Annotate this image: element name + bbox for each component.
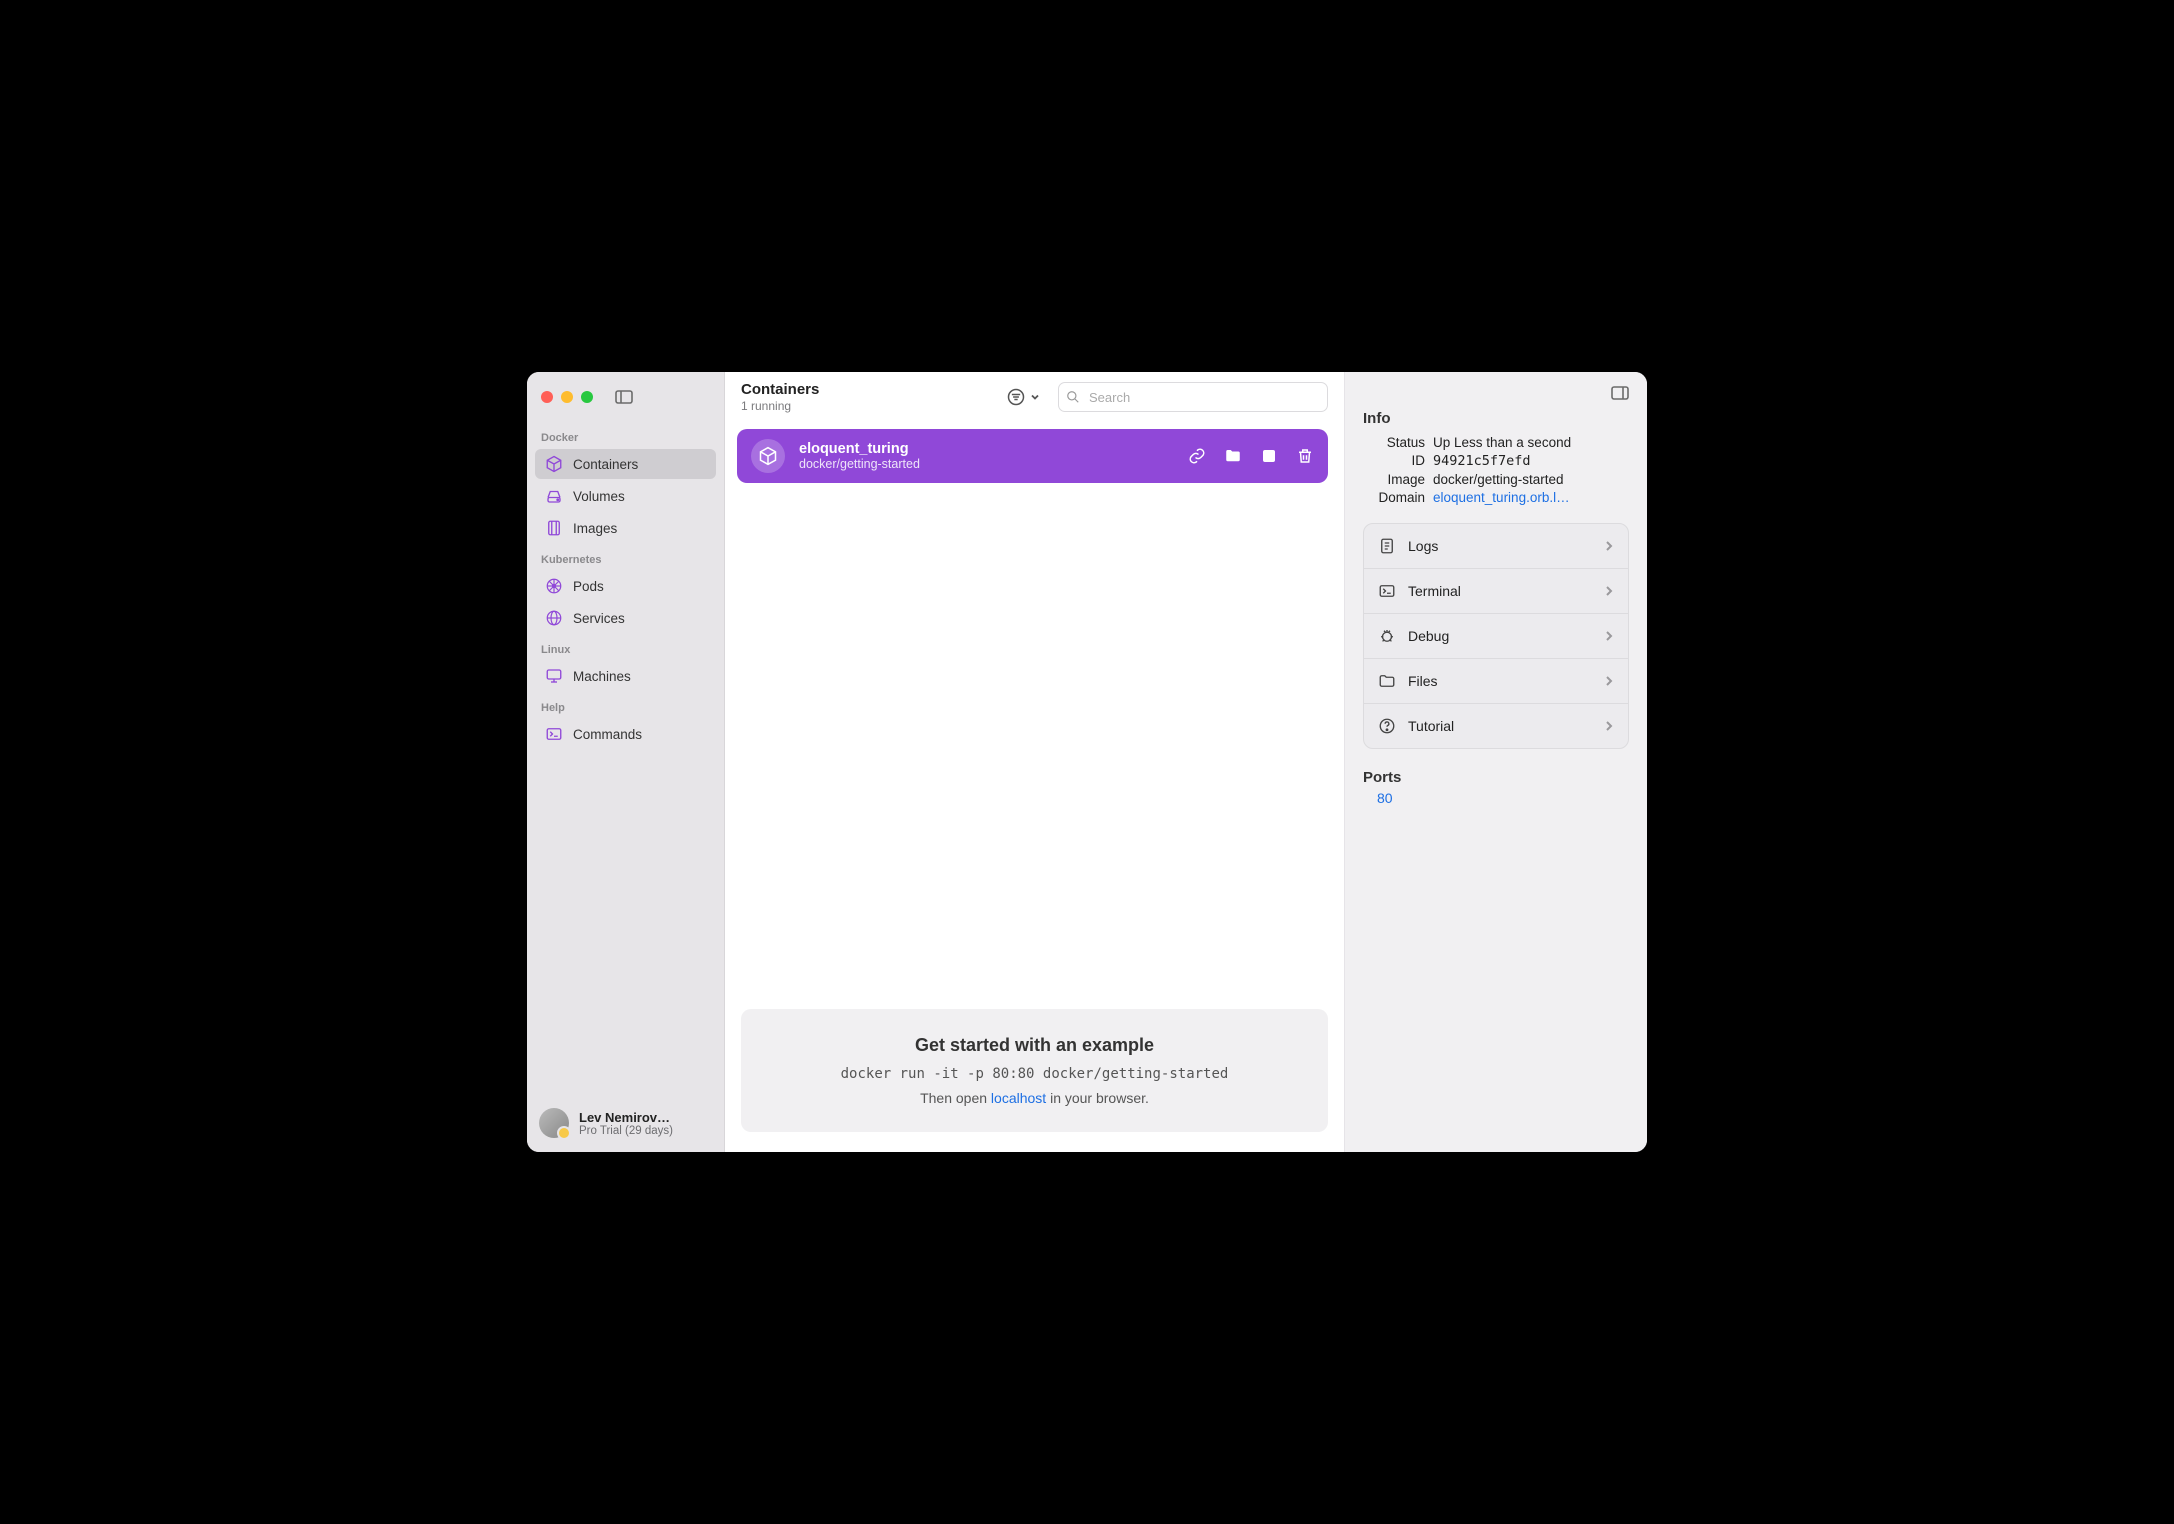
info-domain-val[interactable]: eloquent_turing.orb.l… xyxy=(1433,490,1629,505)
sidebar-toggle-icon[interactable] xyxy=(615,390,633,404)
stop-icon[interactable] xyxy=(1260,447,1278,465)
bug-icon xyxy=(1378,627,1396,645)
window-close[interactable] xyxy=(541,391,553,403)
titlebar xyxy=(527,372,724,422)
terminal-icon xyxy=(1378,582,1396,600)
container-list: eloquent_turing docker/getting-started xyxy=(725,421,1344,1010)
filter-icon xyxy=(1006,387,1026,407)
panel-logs[interactable]: Logs xyxy=(1364,524,1628,569)
info-panel: Info Status Up Less than a second ID 94921… xyxy=(1345,372,1647,1152)
sidebar-item-volumes[interactable]: Volumes xyxy=(535,481,716,511)
help-icon xyxy=(1378,717,1396,735)
main-header: Containers 1 running xyxy=(725,372,1344,421)
example-hint-after: in your browser. xyxy=(1046,1090,1149,1106)
info-heading: Info xyxy=(1363,410,1629,427)
info-domain-label: Domain xyxy=(1363,490,1425,505)
example-title: Get started with an example xyxy=(761,1035,1308,1056)
sidebar-item-images[interactable]: Images xyxy=(535,513,716,543)
monitor-icon xyxy=(545,667,563,685)
chevron-right-icon xyxy=(1604,720,1614,732)
panel-label: Debug xyxy=(1408,628,1449,644)
panel-label: Tutorial xyxy=(1408,718,1454,734)
info-image-label: Image xyxy=(1363,472,1425,487)
sidebar-item-containers[interactable]: Containers xyxy=(535,449,716,479)
port-link[interactable]: 80 xyxy=(1363,790,1629,806)
sidebar-item-machines[interactable]: Machines xyxy=(535,661,716,691)
panel-label: Terminal xyxy=(1408,583,1461,599)
panel-list: Logs Terminal Debug xyxy=(1363,523,1629,749)
sidebar-item-label: Pods xyxy=(573,579,604,594)
info-image-val: docker/getting-started xyxy=(1433,472,1629,487)
logs-icon xyxy=(1378,537,1396,555)
sidebar-item-label: Containers xyxy=(573,457,638,472)
container-name: eloquent_turing xyxy=(799,441,920,457)
sidebar-section-docker: Docker xyxy=(527,422,724,448)
cube-icon xyxy=(545,455,563,473)
terminal-icon xyxy=(545,725,563,743)
container-row[interactable]: eloquent_turing docker/getting-started xyxy=(737,429,1328,483)
panel-toggle-icon[interactable] xyxy=(1611,386,1629,400)
app-window: Docker Containers Volumes Images Kuberne… xyxy=(527,372,1647,1152)
sidebar-item-services[interactable]: Services xyxy=(535,603,716,633)
disk-icon xyxy=(545,487,563,505)
container-actions xyxy=(1188,447,1314,465)
folder-icon xyxy=(1378,672,1396,690)
user-name: Lev Nemirov… xyxy=(579,1110,673,1125)
chevron-right-icon xyxy=(1604,630,1614,642)
page-title: Containers xyxy=(741,382,819,399)
sidebar-section-help: Help xyxy=(527,692,724,718)
link-icon[interactable] xyxy=(1188,447,1206,465)
chevron-down-icon xyxy=(1030,392,1040,402)
avatar xyxy=(539,1108,569,1138)
localhost-link[interactable]: localhost xyxy=(991,1090,1046,1106)
sidebar-item-label: Volumes xyxy=(573,489,625,504)
sidebar-section-linux: Linux xyxy=(527,634,724,660)
filter-button[interactable] xyxy=(1000,383,1046,411)
chevron-right-icon xyxy=(1604,675,1614,687)
example-hint: Then open localhost in your browser. xyxy=(761,1090,1308,1106)
panel-terminal[interactable]: Terminal xyxy=(1364,569,1628,614)
sidebar-item-label: Images xyxy=(573,521,617,536)
window-zoom[interactable] xyxy=(581,391,593,403)
sidebar-item-label: Machines xyxy=(573,669,631,684)
example-card: Get started with an example docker run -… xyxy=(741,1009,1328,1132)
chevron-right-icon xyxy=(1604,585,1614,597)
info-id-val: 94921c5f7efd xyxy=(1433,453,1629,469)
sidebar-item-pods[interactable]: Pods xyxy=(535,571,716,601)
chevron-right-icon xyxy=(1604,540,1614,552)
page-subtitle: 1 running xyxy=(741,399,819,413)
panel-tutorial[interactable]: Tutorial xyxy=(1364,704,1628,748)
panel-debug[interactable]: Debug xyxy=(1364,614,1628,659)
example-hint-before: Then open xyxy=(920,1090,991,1106)
example-code: docker run -it -p 80:80 docker/getting-s… xyxy=(761,1066,1308,1082)
traffic-lights xyxy=(541,391,593,403)
search-icon xyxy=(1066,390,1080,404)
sidebar-item-label: Commands xyxy=(573,727,642,742)
trash-icon[interactable] xyxy=(1296,447,1314,465)
container-image: docker/getting-started xyxy=(799,457,920,471)
panel-label: Logs xyxy=(1408,538,1438,554)
globe-icon xyxy=(545,609,563,627)
sidebar: Docker Containers Volumes Images Kuberne… xyxy=(527,372,725,1152)
folder-icon[interactable] xyxy=(1224,447,1242,465)
layers-icon xyxy=(545,519,563,537)
search-wrap xyxy=(1058,382,1328,412)
search-input[interactable] xyxy=(1058,382,1328,412)
sidebar-item-label: Services xyxy=(573,611,625,626)
ports-heading: Ports xyxy=(1363,769,1629,786)
main-column: Containers 1 running eloquent_turin xyxy=(725,372,1345,1152)
panel-files[interactable]: Files xyxy=(1364,659,1628,704)
info-status-label: Status xyxy=(1363,435,1425,450)
window-minimize[interactable] xyxy=(561,391,573,403)
helm-icon xyxy=(545,577,563,595)
info-status-val: Up Less than a second xyxy=(1433,435,1629,450)
info-id-label: ID xyxy=(1363,453,1425,469)
panel-label: Files xyxy=(1408,673,1438,689)
user-sub: Pro Trial (29 days) xyxy=(579,1125,673,1137)
sidebar-item-commands[interactable]: Commands xyxy=(535,719,716,749)
sidebar-footer[interactable]: Lev Nemirov… Pro Trial (29 days) xyxy=(527,1098,724,1152)
sidebar-section-kubernetes: Kubernetes xyxy=(527,544,724,570)
container-cube-icon xyxy=(751,439,785,473)
